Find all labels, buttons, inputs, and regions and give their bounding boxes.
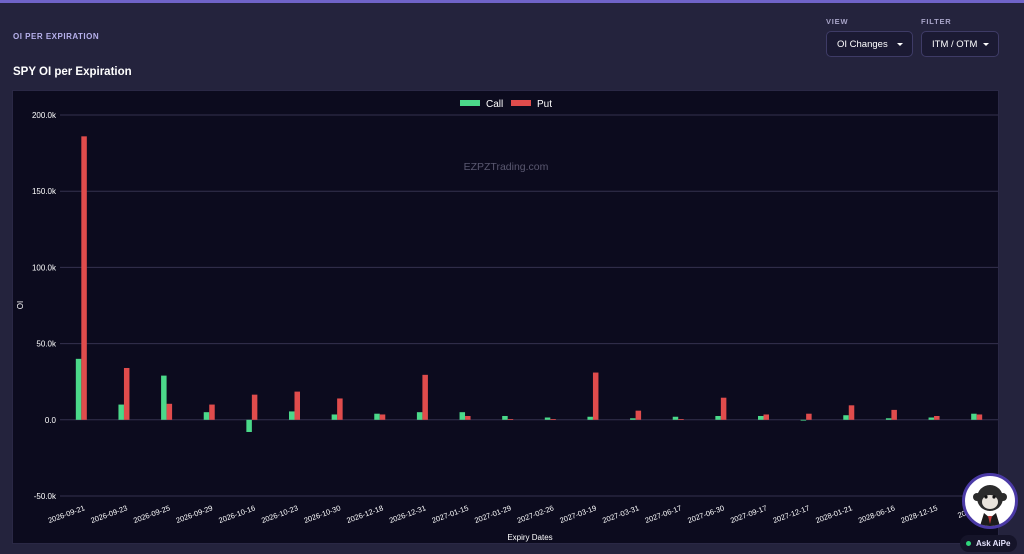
chart-title: SPY OI per Expiration [13,66,132,78]
chevron-down-icon [897,43,903,46]
x-tick-label: 2026-12-31 [388,503,427,525]
bar-call-2026-10-23[interactable] [289,411,295,420]
y-axis-label: OI [16,301,25,309]
bar-put-2028-01-21[interactable] [848,405,855,420]
bar-call-2027-03-31[interactable] [630,418,636,420]
bar-call-2027-12-17[interactable] [800,419,807,421]
x-axis-label: Expiry Dates [507,533,552,542]
x-tick-label: 2028-12-15 [900,503,939,525]
online-status-dot [966,541,971,546]
bar-call-2027-01-15[interactable] [459,412,466,420]
bar-put-2027-09-17[interactable] [763,414,770,420]
chart-container: -50.0k 0.0 50.0k 100.0k 150.0k 200.0k 2026-09-… [12,90,999,544]
legend-label-put: Put [537,99,552,110]
filter-select-value: ITM / OTM [932,38,978,50]
y-tick-label: 50.0k [36,340,57,349]
bar-put-2028-06-16[interactable] [891,409,897,420]
y-tick-label: 0.0 [45,416,57,425]
legend-swatch-put [511,100,531,106]
bar-put-2027-03-19[interactable] [592,372,599,420]
bar-put-2026-10-16[interactable] [251,394,258,420]
bar-call-2027-01-29[interactable] [502,415,508,420]
bar-call-2026-10-16[interactable] [246,419,252,432]
bar-call-2026-10-30[interactable] [331,414,338,420]
bar-put-2026-09-25[interactable] [166,403,173,420]
bar-call-2026-12-18[interactable] [374,413,380,420]
x-tick-label: 2026-10-30 [303,503,342,525]
legend-label-call: Call [486,99,503,110]
bar-call-2026-09-23[interactable] [118,404,124,420]
panel-top-border [0,0,1024,3]
bar-call-2027-06-17[interactable] [672,416,679,420]
bar-call-2027-09-17[interactable] [758,415,764,420]
bar-call-2026-09-25[interactable] [161,375,167,420]
x-tick-label: 2027-01-15 [431,503,470,525]
bar-call-2026-09-29[interactable] [203,412,210,420]
bar-put-2026-10-23[interactable] [294,391,301,420]
y-tick-label: 150.0k [32,187,57,196]
x-tick-label: 2028-06-16 [857,503,896,525]
bar-put-2027-01-15[interactable] [465,415,471,420]
x-tick-label: 2027-01-29 [473,503,512,525]
bar-call-2026-12-31[interactable] [416,412,423,420]
chevron-down-icon [983,43,989,46]
y-tick-label: 200.0k [32,111,57,120]
x-tick-label: 2027-06-17 [644,503,683,525]
monkey-avatar-icon [973,485,1007,526]
bar-call-2027-03-19[interactable] [587,416,593,420]
x-tick-label: 2027-03-19 [558,503,597,525]
bar-put-2026-12-31[interactable] [422,374,428,420]
bar-put-2026-09-23[interactable] [123,367,130,420]
legend-swatch-call [460,100,480,106]
ai-assistant-avatar[interactable] [962,473,1018,529]
filter-label: FILTER [921,17,952,26]
view-select-value: OI Changes [837,38,888,50]
ask-aipe-label: Ask AiPe [976,539,1011,548]
bar-put-2029-0[interactable] [976,414,983,420]
x-tick-label: 2027-12-17 [772,503,811,525]
bar-put-2027-02-26[interactable] [550,419,556,420]
x-tick-label: 2026-09-29 [175,503,214,525]
bar-put-2027-01-29[interactable] [507,419,514,420]
x-tick-label: 2028-01-21 [814,503,853,525]
bar-call-2027-02-26[interactable] [544,417,551,420]
bar-call-2028-12-15[interactable] [928,417,935,420]
bar-call-2028-01-21[interactable] [843,415,849,420]
x-tick-label: 2026-10-23 [260,503,299,525]
bar-call-2029-0[interactable] [971,413,977,420]
filter-select[interactable]: ITM / OTM [921,31,999,57]
section-title: OI PER EXPIRATION [13,32,100,41]
y-tick-label: 100.0k [32,263,57,272]
bar-put-2027-06-30[interactable] [720,397,727,420]
bar-put-2027-12-17[interactable] [806,413,812,420]
bar-put-2026-09-21[interactable] [81,136,87,420]
x-tick-label: 2026-09-23 [89,503,128,525]
bar-put-2028-12-15[interactable] [934,415,940,420]
bar-put-2026-12-18[interactable] [379,414,386,420]
legend[interactable]: Call Put [460,99,552,110]
bar-call-2027-06-30[interactable] [715,415,721,420]
x-tick-label: 2026-09-21 [47,503,86,525]
view-label: VIEW [826,17,849,26]
bar-put-2027-03-31[interactable] [635,410,642,420]
x-tick-label: 2027-03-31 [601,503,640,525]
x-tick-label: 2026-12-18 [345,503,384,525]
x-tick-label: 2026-10-16 [217,503,256,525]
bar-put-2027-06-17[interactable] [678,419,684,420]
bar-put-2026-10-30[interactable] [337,398,343,420]
x-tick-label: 2026-09-25 [132,503,171,525]
y-tick-label: -50.0k [34,492,57,501]
bar-call-2026-09-21[interactable] [75,358,82,420]
oi-bar-chart: -50.0k 0.0 50.0k 100.0k 150.0k 200.0k 2026-09-… [16,99,998,542]
watermark: EZPZTrading.com [464,161,549,173]
view-select[interactable]: OI Changes [826,31,913,57]
x-tick-label: 2027-06-30 [686,503,725,525]
x-tick-label: 2027-09-17 [729,503,768,525]
bar-call-2028-06-16[interactable] [885,418,892,420]
ask-aipe-button[interactable]: Ask AiPe [960,535,1018,552]
bar-put-2026-09-29[interactable] [209,404,215,420]
x-tick-label: 2027-02-26 [516,503,555,525]
